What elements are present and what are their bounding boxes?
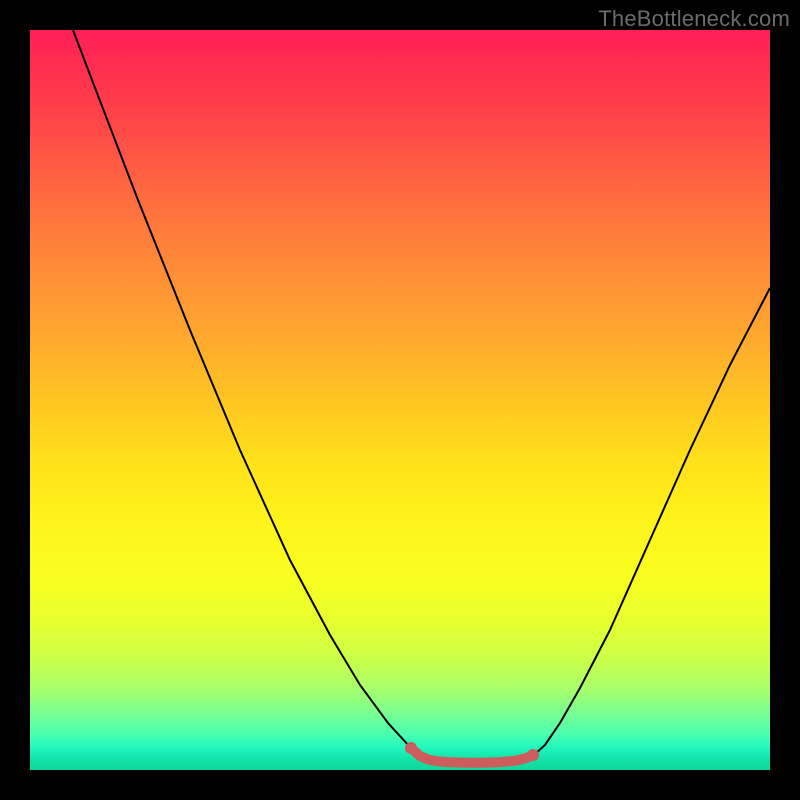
left-endpoint-dot <box>405 742 417 754</box>
chart-frame: TheBottleneck.com <box>0 0 800 800</box>
chart-plot-area <box>30 30 770 770</box>
chart-svg <box>30 30 770 770</box>
main-curve-path <box>73 30 770 763</box>
watermark-text: TheBottleneck.com <box>598 6 790 32</box>
bottom-marker-path <box>411 748 533 763</box>
right-endpoint-dot <box>527 749 539 761</box>
